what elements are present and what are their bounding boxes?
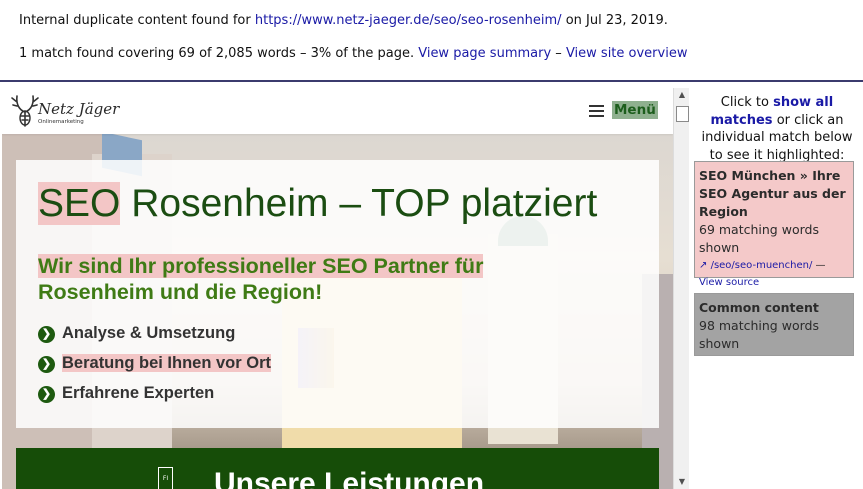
logo-wordmark: Netz Jäger [38,100,120,118]
view-site-overview-link[interactable]: View site overview [566,46,688,61]
hero-subheading-rest: Rosenheim und die Region! [38,280,323,304]
checked-url-link[interactable]: https://www.netz-jaeger.de/seo/seo-rosen… [255,13,562,28]
scroll-down-icon[interactable]: ▼ [674,475,690,489]
matches-sidebar: Click to show all matches or click an in… [689,88,863,489]
match-summary-text: 1 match found covering 69 of 2,085 words… [19,46,415,61]
hero-content-panel: SEO Rosenheim – TOP platziert Wir sind I… [16,160,659,428]
services-icon: FI [158,467,173,489]
bullet-label: Beratung bei Ihnen vor Ort [62,354,272,372]
match-summary: 1 match found covering 69 of 2,085 words… [19,46,687,61]
match-word-count: 69 matching words shown [699,222,819,255]
match-title: SEO München » Ihre SEO Agentur aus der R… [699,168,846,219]
match-link-separator: — [815,260,826,271]
match-links: ↗ /seo/seo-muenchen/ — View source [699,257,851,291]
separator-dash: – [555,46,562,61]
hero-bullet-item: ❯ Erfahrene Experten [38,382,214,404]
duplicate-content-notice: Internal duplicate content found for htt… [19,13,668,28]
common-content-card[interactable]: Common content 98 matching words shown [694,293,854,356]
view-source-link[interactable]: View source [699,277,759,288]
match-card[interactable]: SEO München » Ihre SEO Agentur aus der R… [694,161,854,288]
match-path-link[interactable]: /seo/seo-muenchen/ [711,260,813,271]
matches-instructions: Click to show all matches or click an in… [695,94,859,164]
scroll-thumb[interactable] [676,106,689,122]
chevron-right-icon: ❯ [38,326,55,343]
external-link-icon: ↗ [699,260,708,271]
deer-antler-icon [11,95,39,127]
site-navbar: Netz Jäger Onlinemarketing Menü [2,88,673,134]
chevron-right-icon: ❯ [38,386,55,403]
match-title: Common content [699,300,819,315]
hero-subheading-highlight: Wir sind Ihr professioneller SEO Partner… [38,254,484,278]
hero-heading-highlight: SEO [38,182,121,225]
match-word-count: 98 matching words shown [699,318,819,351]
services-band: FI Unsere Leistungen [16,448,659,489]
hero-bullet-item: ❯ Analyse & Umsetzung [38,322,235,344]
hamburger-icon[interactable] [589,105,604,117]
services-heading: Unsere Leistungen [214,467,485,489]
site-logo[interactable]: Netz Jäger Onlinemarketing [10,92,120,130]
hero-subheading: Wir sind Ihr professioneller SEO Partner… [38,253,578,305]
view-page-summary-link[interactable]: View page summary [418,46,551,61]
preview-scrollbar[interactable]: ▲ ▼ [673,88,690,489]
chevron-right-icon: ❯ [38,356,55,373]
scroll-up-icon[interactable]: ▲ [674,88,690,102]
bullet-label: Erfahrene Experten [62,384,215,402]
report-header: Internal duplicate content found for htt… [0,0,863,82]
instructions-prefix: Click to [720,95,769,110]
menu-button[interactable]: Menü [612,101,658,119]
page-preview-frame[interactable]: Netz Jäger Onlinemarketing Menü SEO Rose… [2,88,673,489]
bullet-label: Analyse & Umsetzung [62,324,236,342]
notice-prefix: Internal duplicate content found for [19,13,251,28]
hero-bullet-item: ❯ Beratung bei Ihnen vor Ort [38,352,272,374]
hero-heading-rest: Rosenheim – TOP platziert [131,182,598,225]
notice-date: on Jul 23, 2019. [565,13,668,28]
hero-heading: SEO Rosenheim – TOP platziert [38,182,598,225]
logo-tagline: Onlinemarketing [38,119,84,125]
